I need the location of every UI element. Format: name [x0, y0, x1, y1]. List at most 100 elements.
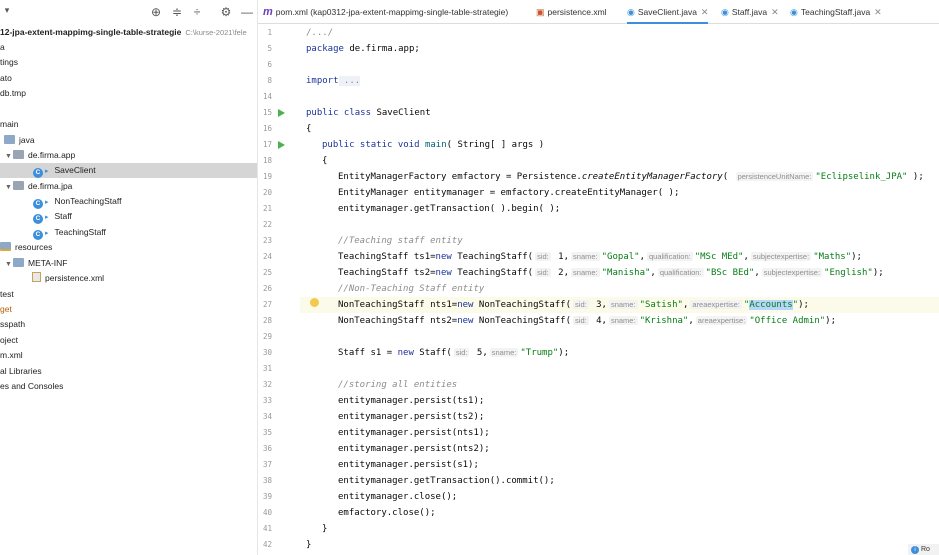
code-line: } — [306, 540, 312, 550]
code-line: /.../ — [306, 25, 333, 41]
code-editor[interactable]: /.../ package de.firma.app; import ... p… — [300, 24, 939, 555]
string-literal: "Krishna" — [639, 316, 689, 326]
parameter-hint: subjectexpertise: — [750, 252, 812, 261]
editor-tabs: m pom.xml (kap0312-jpa-extent-mappimg-sin… — [258, 0, 939, 24]
code-text: NonTeachingStaff( — [478, 300, 572, 310]
code-text: EntityManagerFactory emfactory = Persist… — [338, 172, 582, 182]
code-text: ); — [798, 300, 809, 310]
folded-imports[interactable]: ... — [338, 76, 361, 86]
code-line: import ... — [306, 73, 361, 89]
code-text: ); — [558, 348, 570, 358]
folded-comment[interactable]: /.../ — [306, 28, 333, 38]
parameter-hint: subjectexpertise: — [761, 268, 823, 277]
code-text: , — [688, 316, 694, 326]
collapse-all-icon[interactable]: ÷ — [190, 5, 204, 19]
code-line-current: NonTeachingStaff nts1=new NonTeachingSta… — [338, 297, 809, 313]
parameter-hint: sname: — [608, 300, 638, 309]
tab-teachingstaff-java[interactable]: ◉ TeachingStaff.java ✕ — [790, 0, 882, 24]
code-line: entitymanager.persist(ts1); — [338, 396, 485, 406]
string-literal: "MSc MEd" — [694, 252, 744, 262]
code-text: TeachingStaff ts1= — [338, 252, 436, 262]
parameter-hint: sname: — [489, 348, 519, 357]
target-icon[interactable]: ⊕ — [149, 5, 163, 19]
parameter-hint: areaexpertise: — [690, 300, 742, 309]
code-text: ( String[ ] args ) — [446, 140, 545, 150]
chevron-down-icon[interactable]: ▾ — [0, 5, 14, 16]
code-text: 1, — [552, 252, 570, 262]
code-text: , — [682, 300, 689, 310]
code-comment: //Teaching staff entity — [338, 236, 463, 246]
code-line: entitymanager.persist(nts2); — [338, 444, 490, 454]
parameter-hint: areaexpertise: — [695, 316, 748, 325]
line-number: 23 — [262, 236, 272, 245]
notification-popup[interactable]: i Ro — [908, 544, 939, 555]
string-literal: "Gopal" — [601, 252, 640, 262]
tab-staff-java[interactable]: ◉ Staff.java ✕ — [721, 0, 779, 24]
code-text: ); — [825, 316, 837, 326]
line-number: 16 — [262, 124, 272, 133]
keyword: import — [306, 76, 339, 86]
class-icon: ◉ — [627, 7, 635, 17]
line-number: 31 — [262, 364, 272, 373]
line-number: 40 — [262, 508, 272, 517]
close-icon[interactable]: ✕ — [874, 0, 882, 24]
line-number: 17 — [262, 140, 272, 149]
tab-label: persistence.xml — [547, 7, 607, 17]
code-comment: //storing all entities — [338, 380, 458, 390]
tab-label: Staff.java — [731, 7, 768, 17]
code-line: EntityManager entitymanager = emfactory.… — [338, 188, 680, 198]
line-number: 38 — [262, 476, 272, 485]
line-number: 37 — [262, 460, 272, 469]
code-text: NonTeachingStaff( — [478, 316, 572, 326]
code-line: TeachingStaff ts2=new TeachingStaff(sid:… — [338, 265, 884, 281]
code-text: ); — [872, 268, 884, 278]
line-number: 14 — [262, 92, 272, 101]
code-text: Staff s1 = — [338, 348, 398, 358]
line-number: 35 — [262, 428, 272, 437]
code-text: TeachingStaff( — [457, 268, 534, 278]
tab-label: pom.xml (kap0312-jpa-extent-mappimg-sing… — [275, 7, 509, 17]
run-class-icon[interactable] — [278, 109, 285, 117]
line-number: 20 — [262, 188, 272, 197]
code-text: SaveClient — [376, 108, 431, 118]
tab-pom-xml[interactable]: m pom.xml (kap0312-jpa-extent-mappimg-sin… — [263, 0, 508, 24]
line-number: 21 — [262, 204, 272, 213]
lightbulb-icon[interactable] — [310, 298, 319, 307]
code-comment: //Non-Teaching Staff entity — [338, 284, 485, 294]
run-main-icon[interactable] — [278, 141, 285, 149]
string-literal: "BSc BEd" — [705, 268, 755, 278]
code-line: entitymanager.getTransaction().commit(); — [338, 476, 555, 486]
tab-saveclient-java[interactable]: ◉ SaveClient.java ✕ — [627, 0, 709, 24]
tab-label: SaveClient.java — [637, 7, 697, 17]
parameter-hint: qualification: — [657, 268, 704, 277]
tab-persistence-xml[interactable]: ▣ persistence.xml — [536, 0, 607, 24]
close-icon[interactable]: ✕ — [771, 0, 779, 24]
line-number: 25 — [262, 268, 272, 277]
code-line: { — [322, 153, 327, 169]
keyword: new — [435, 252, 458, 262]
keyword: new — [457, 316, 479, 326]
method-name: main — [424, 140, 447, 150]
keyword: new — [435, 268, 458, 278]
parameter-hint: persistenceUnitName: — [735, 172, 814, 181]
code-text: ); — [851, 252, 862, 262]
close-icon[interactable]: ✕ — [701, 0, 709, 24]
selected-text[interactable]: Accounts — [749, 300, 793, 310]
line-number: 15 — [262, 108, 272, 117]
expand-all-icon[interactable]: ≑ — [170, 5, 184, 19]
code-text: , — [743, 252, 749, 262]
code-line: entitymanager.getTransaction( ).begin( )… — [338, 204, 561, 214]
code-text: de.firma.app; — [349, 44, 420, 54]
string-literal: "Eclipselink_JPA" — [815, 172, 908, 182]
line-number: 36 — [262, 444, 272, 453]
minimize-icon[interactable]: — — [240, 5, 254, 19]
code-line: { — [306, 121, 311, 137]
parameter-hint: qualification: — [647, 252, 693, 261]
string-literal: "Trump" — [520, 348, 559, 358]
line-number: 29 — [262, 332, 272, 341]
keyword: package — [306, 44, 350, 54]
code-text: TeachingStaff ts2= — [338, 268, 436, 278]
parameter-hint: sid: — [573, 300, 589, 309]
gear-icon[interactable]: ⚙ — [219, 5, 233, 19]
keyword: new — [397, 348, 420, 358]
